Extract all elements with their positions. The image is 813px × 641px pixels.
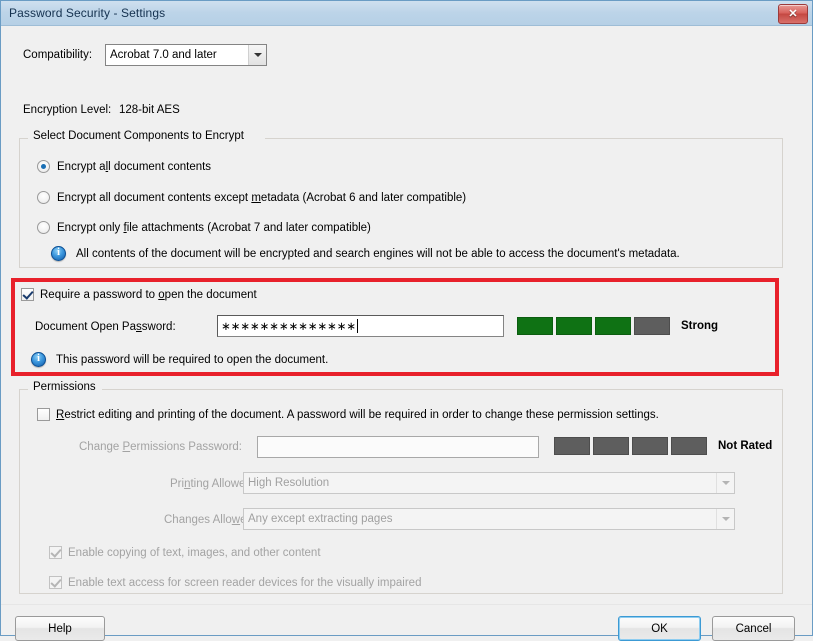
checkbox-label: Enable copying of text, images, and othe… <box>68 546 321 559</box>
window-title: Password Security - Settings <box>9 6 166 20</box>
checkbox-indicator[interactable] <box>21 288 34 301</box>
strength-segment <box>595 317 631 335</box>
radio-label: Encrypt all document contents <box>57 160 212 173</box>
info-icon: i <box>31 352 46 367</box>
open-password-strength-label: Strong <box>681 320 719 332</box>
strength-segment <box>556 317 592 335</box>
permissions-password-strength-label: Not Rated <box>718 440 773 452</box>
document-open-password-label: Document Open Password: <box>35 321 176 333</box>
permissions-password-strength-meter: Not Rated <box>554 437 772 455</box>
encryption-level-value: 128-bit AES <box>119 104 180 116</box>
compatibility-row: Compatibility: Acrobat 7.0 and later <box>23 44 783 66</box>
changes-allowed-select[interactable]: Any except extracting pages <box>243 508 735 530</box>
enable-screen-reader-checkbox[interactable]: Enable text access for screen reader dev… <box>49 576 421 589</box>
checkbox-indicator[interactable] <box>49 576 62 589</box>
open-password-info-row: i This password will be required to open… <box>31 352 328 367</box>
radio-encrypt-all-contents[interactable]: Encrypt all document contents <box>37 160 211 173</box>
ok-button[interactable]: OK <box>618 616 701 641</box>
radio-label: Encrypt all document contents except met… <box>57 191 467 204</box>
chevron-down-icon <box>716 473 734 493</box>
checkbox-indicator[interactable] <box>37 408 50 421</box>
permissions-legend: Permissions <box>29 381 100 393</box>
compatibility-label: Compatibility: <box>23 49 93 61</box>
strength-segment <box>517 317 553 335</box>
open-password-strength-meter: Strong <box>517 317 718 335</box>
info-icon: i <box>51 246 66 261</box>
open-password-info-text: This password will be required to open t… <box>56 353 329 366</box>
printing-allowed-value: High Resolution <box>248 477 330 489</box>
encrypt-components-legend: Select Document Components to Encrypt <box>29 130 248 142</box>
document-open-password-value: ∗∗∗∗∗∗∗∗∗∗∗∗∗∗ <box>221 319 356 333</box>
compatibility-select[interactable]: Acrobat 7.0 and later <box>105 44 267 66</box>
help-button[interactable]: Help <box>15 616 105 641</box>
chevron-down-icon <box>716 509 734 529</box>
checkbox-label: Restrict editing and printing of the doc… <box>56 408 659 421</box>
change-permissions-password-input[interactable] <box>257 436 539 458</box>
radio-indicator[interactable] <box>37 191 50 204</box>
encryption-level-row: Encryption Level: 128-bit AES <box>23 104 523 116</box>
close-button[interactable]: ✕ <box>778 4 808 24</box>
encryption-level-label: Encryption Level: <box>23 104 112 116</box>
enable-copying-checkbox[interactable]: Enable copying of text, images, and othe… <box>49 546 321 559</box>
strength-segment <box>632 437 668 455</box>
strength-segment <box>554 437 590 455</box>
document-open-password-input[interactable]: ∗∗∗∗∗∗∗∗∗∗∗∗∗∗ <box>217 315 504 337</box>
cancel-button[interactable]: Cancel <box>712 616 795 641</box>
radio-indicator[interactable] <box>37 221 50 234</box>
restrict-editing-checkbox[interactable]: Restrict editing and printing of the doc… <box>37 408 659 421</box>
password-security-dialog: Password Security - Settings ✕ Compatibi… <box>0 0 813 641</box>
change-permissions-password-label: Change Permissions Password: <box>79 441 242 453</box>
strength-segment <box>593 437 629 455</box>
bottom-separator <box>1 604 812 605</box>
chevron-down-icon <box>248 45 266 65</box>
encrypt-info-text: All contents of the document will be enc… <box>76 247 680 260</box>
strength-segment <box>671 437 707 455</box>
compatibility-value: Acrobat 7.0 and later <box>110 49 217 61</box>
printing-allowed-select[interactable]: High Resolution <box>243 472 735 494</box>
text-caret <box>356 319 358 333</box>
checkbox-label: Require a password to open the document <box>40 288 257 301</box>
radio-encrypt-file-attachments[interactable]: Encrypt only file attachments (Acrobat 7… <box>37 221 371 234</box>
title-bar: Password Security - Settings ✕ <box>1 1 812 26</box>
strength-segment <box>634 317 670 335</box>
encrypt-info-row: i All contents of the document will be e… <box>51 246 680 261</box>
radio-indicator[interactable] <box>37 160 50 173</box>
radio-encrypt-except-metadata[interactable]: Encrypt all document contents except met… <box>37 191 466 204</box>
checkbox-indicator[interactable] <box>49 546 62 559</box>
checkbox-label: Enable text access for screen reader dev… <box>68 576 422 589</box>
changes-allowed-value: Any except extracting pages <box>248 513 393 525</box>
require-open-password-checkbox[interactable]: Require a password to open the document <box>21 288 257 301</box>
close-icon: ✕ <box>788 7 798 20</box>
dialog-client-area: Compatibility: Acrobat 7.0 and later Enc… <box>1 26 812 641</box>
radio-label: Encrypt only file attachments (Acrobat 7… <box>57 221 371 234</box>
